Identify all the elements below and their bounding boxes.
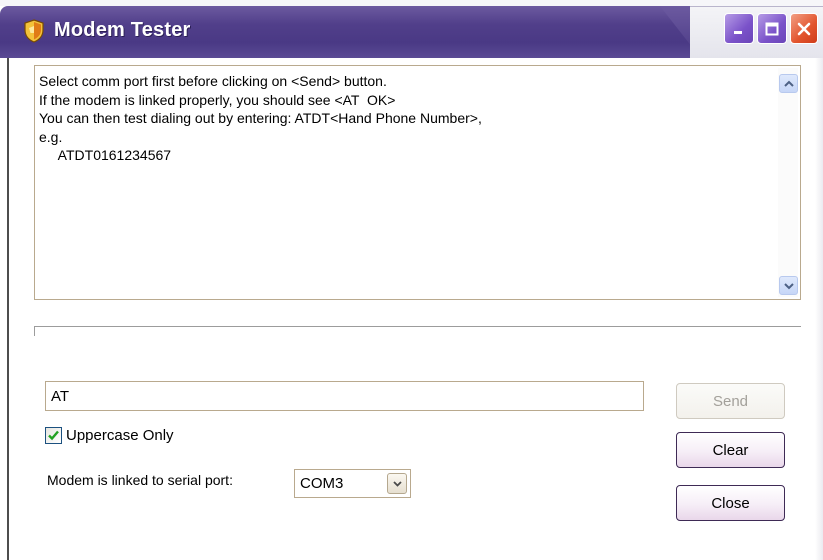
vertical-scrollbar[interactable] bbox=[778, 68, 798, 297]
window-frame-right bbox=[815, 58, 823, 560]
uppercase-checkbox[interactable] bbox=[45, 426, 62, 444]
close-button[interactable]: Close bbox=[676, 485, 785, 521]
shield-icon bbox=[24, 19, 44, 43]
separator-tick bbox=[34, 326, 35, 336]
serial-port-select[interactable]: COM3 bbox=[294, 469, 411, 498]
scroll-down-button[interactable] bbox=[779, 276, 798, 295]
modem-tester-window: Modem Tester Select comm port first befo… bbox=[0, 0, 823, 560]
maximize-button[interactable] bbox=[757, 13, 787, 44]
close-window-button[interactable] bbox=[790, 13, 818, 44]
serial-port-value: COM3 bbox=[300, 475, 344, 492]
scroll-up-button[interactable] bbox=[779, 74, 798, 93]
minimize-button[interactable] bbox=[724, 13, 754, 44]
maximize-icon bbox=[765, 22, 779, 35]
chevron-up-icon bbox=[783, 80, 794, 87]
chevron-down-icon bbox=[783, 282, 794, 289]
command-input[interactable] bbox=[45, 381, 644, 411]
output-textarea[interactable]: Select comm port first before clicking o… bbox=[34, 65, 801, 300]
checkmark-icon bbox=[48, 430, 59, 440]
window-title: Modem Tester bbox=[54, 19, 191, 41]
serial-port-dropdown-button[interactable] bbox=[387, 473, 407, 494]
clear-button[interactable]: Clear bbox=[676, 432, 785, 468]
minimize-icon bbox=[734, 30, 742, 34]
close-icon bbox=[797, 22, 811, 35]
serial-port-label: Modem is linked to serial port: bbox=[47, 472, 233, 488]
chevron-down-icon bbox=[392, 480, 402, 487]
title-bar[interactable]: Modem Tester bbox=[0, 0, 823, 58]
send-button[interactable]: Send bbox=[676, 383, 785, 419]
uppercase-option[interactable]: Uppercase Only bbox=[45, 425, 174, 445]
output-text: Select comm port first before clicking o… bbox=[39, 73, 482, 163]
separator bbox=[34, 326, 801, 330]
uppercase-label: Uppercase Only bbox=[66, 426, 174, 444]
